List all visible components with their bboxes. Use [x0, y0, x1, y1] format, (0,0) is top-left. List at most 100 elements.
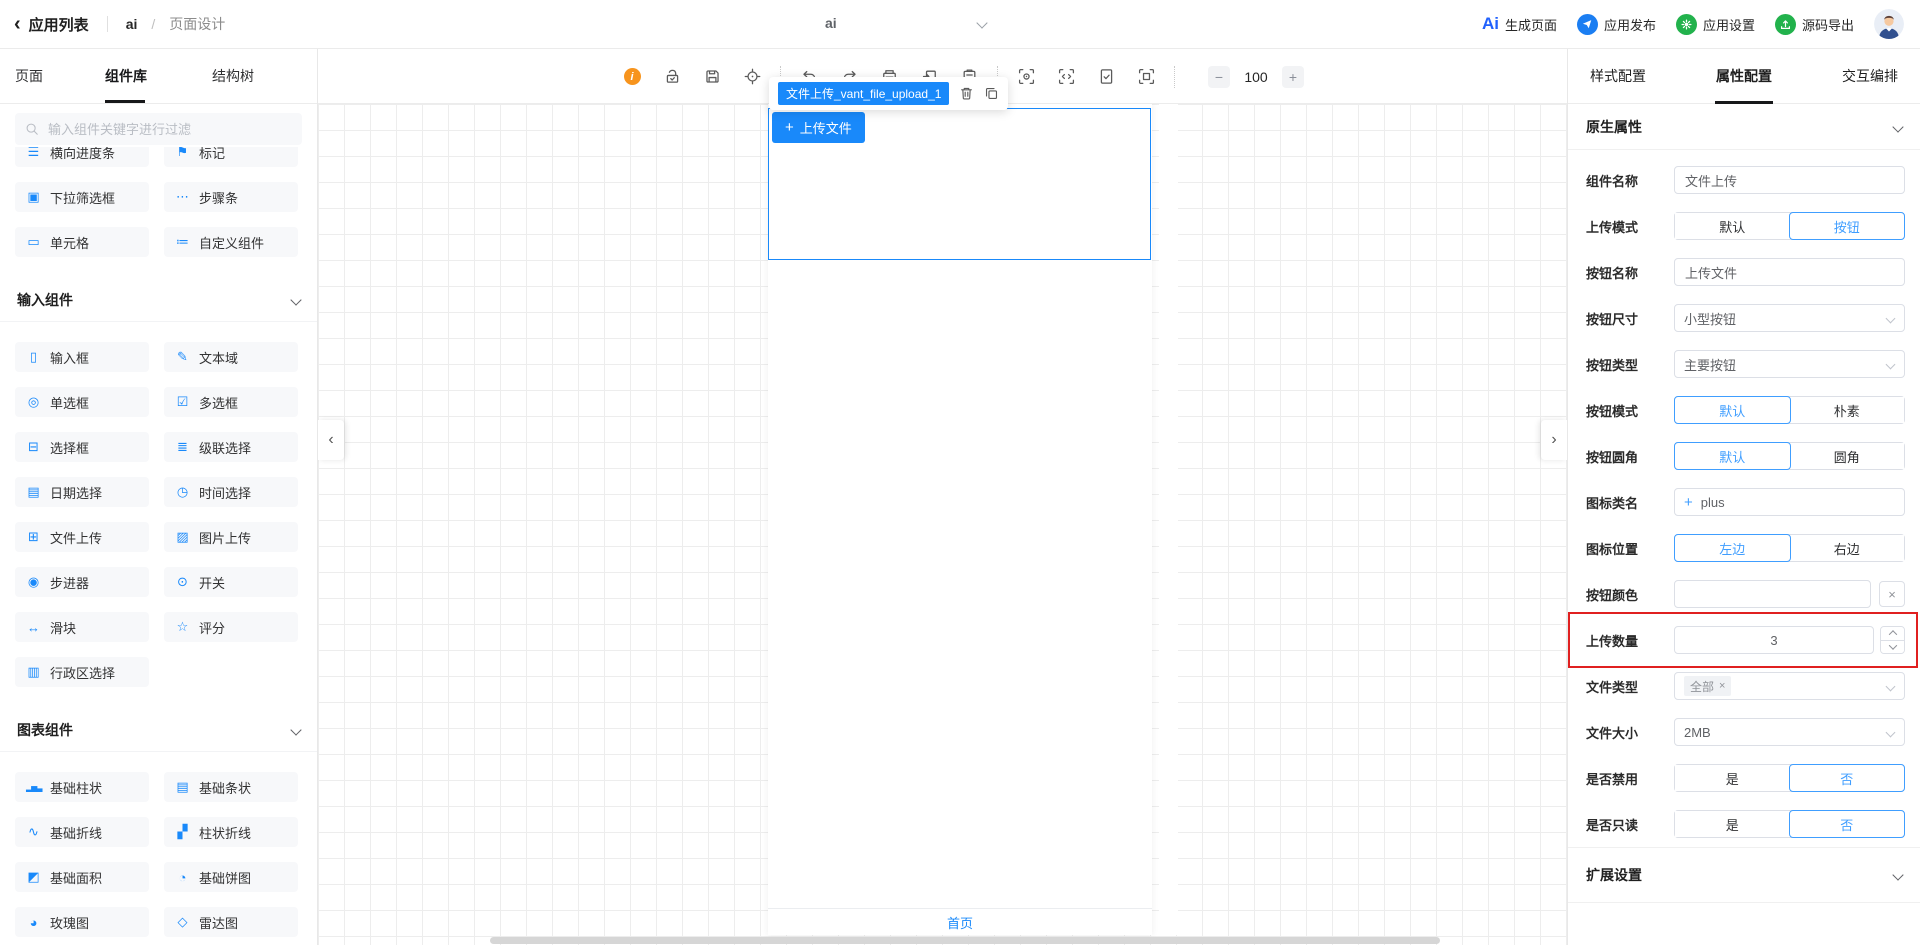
progress-bar-icon: ☰	[27, 147, 40, 159]
disabled-yes[interactable]: 是	[1675, 765, 1790, 791]
disabled-no[interactable]: 否	[1788, 764, 1905, 792]
increment-button[interactable]	[1881, 627, 1904, 640]
tabbar-home-label[interactable]: 首页	[947, 913, 973, 932]
preview-scan-icon[interactable]	[1017, 68, 1035, 86]
component-item-hbar-chart[interactable]: ▤ 基础条状	[164, 772, 298, 802]
icon-position-right[interactable]: 右边	[1789, 535, 1904, 561]
code-scan-icon[interactable]	[1057, 68, 1075, 86]
tab-pages[interactable]: 页面	[15, 66, 43, 86]
component-label: 行政区选择	[50, 665, 116, 681]
readonly-yes[interactable]: 是	[1675, 811, 1790, 837]
component-search[interactable]	[15, 113, 302, 145]
component-item-select[interactable]: ⊟ 选择框	[15, 432, 149, 462]
remove-tag-icon[interactable]: ×	[1719, 680, 1725, 692]
clear-color-button[interactable]: ×	[1879, 581, 1905, 607]
icon-class-input[interactable]: + plus	[1674, 488, 1905, 516]
file-type-select[interactable]: 全部 ×	[1674, 672, 1905, 700]
component-item-file-upload[interactable]: ⊞ 文件上传	[15, 522, 149, 552]
component-item-marker[interactable]: ⚑ 标记	[164, 147, 298, 167]
save-icon[interactable]	[703, 68, 721, 86]
collapse-left-panel-handle[interactable]: ‹	[318, 420, 344, 460]
horizontal-scrollbar[interactable]	[490, 937, 1440, 944]
file-size-select[interactable]: 2MB	[1674, 718, 1905, 746]
pie-chart-icon: ◔	[178, 869, 187, 885]
upload-file-button[interactable]: + 上传文件	[772, 112, 865, 143]
component-item-cell[interactable]: ▭ 单元格	[15, 227, 149, 257]
section-chart-components[interactable]: 图表组件	[0, 709, 317, 752]
target-icon[interactable]	[743, 68, 761, 86]
decrement-button[interactable]	[1881, 639, 1904, 653]
delete-component-icon[interactable]	[959, 86, 974, 101]
component-item-switch[interactable]: ⊙ 开关	[164, 567, 298, 597]
component-item-dropdown-filter[interactable]: ▣ 下拉筛选框	[15, 182, 149, 212]
search-icon	[26, 123, 38, 135]
copy-component-icon[interactable]	[984, 86, 999, 101]
back-chevron-icon[interactable]: ‹	[14, 14, 21, 34]
button-color-input[interactable]	[1674, 580, 1871, 608]
tab-interaction-config[interactable]: 交互编排	[1842, 49, 1898, 104]
upload-mode-default[interactable]: 默认	[1675, 213, 1790, 239]
tab-property-config[interactable]: 属性配置	[1716, 49, 1772, 104]
component-item-custom[interactable]: ≔ 自定义组件	[164, 227, 298, 257]
component-item-progress-h[interactable]: ☰ 横向进度条	[15, 147, 149, 167]
button-mode-default[interactable]: 默认	[1674, 396, 1791, 424]
component-item-input[interactable]: ▯ 输入框	[15, 342, 149, 372]
page-selector[interactable]: ai	[760, 0, 1020, 49]
search-input[interactable]	[46, 120, 292, 138]
component-item-bar-chart[interactable]: ▂▅▃ 基础柱状	[15, 772, 149, 802]
component-item-steps[interactable]: ⋯ 步骤条	[164, 182, 298, 212]
file-type-tag: 全部 ×	[1684, 676, 1732, 696]
button-round-rounded[interactable]: 圆角	[1789, 443, 1904, 469]
component-item-pie-chart[interactable]: ◔ 基础饼图	[164, 862, 298, 892]
component-item-slider[interactable]: ↔ 滑块	[15, 612, 149, 642]
zoom-out-button[interactable]: −	[1208, 65, 1230, 88]
component-item-bar-line-chart[interactable]: ▞ 柱状折线	[164, 817, 298, 847]
app-settings-button[interactable]: 应用设置	[1675, 13, 1755, 35]
tab-structure-tree[interactable]: 结构树	[212, 66, 254, 86]
page-selector-value[interactable]: ai	[825, 15, 837, 31]
section-input-components[interactable]: 输入组件	[0, 279, 317, 322]
icon-position-left[interactable]: 左边	[1674, 534, 1791, 562]
section-native-properties[interactable]: 原生属性	[1568, 104, 1920, 150]
component-item-image-upload[interactable]: ▨ 图片上传	[164, 522, 298, 552]
unlock-icon[interactable]	[663, 68, 681, 86]
component-name-input[interactable]	[1674, 166, 1905, 194]
generate-page-button[interactable]: Ai 生成页面	[1482, 14, 1557, 34]
section-extended-settings[interactable]: 扩展设置	[1568, 847, 1920, 903]
back-to-app-list[interactable]: 应用列表	[29, 14, 89, 35]
component-item-textarea[interactable]: ✎ 文本域	[164, 342, 298, 372]
zoom-in-button[interactable]: +	[1282, 65, 1304, 88]
info-icon[interactable]: i	[623, 68, 641, 86]
upload-mode-button[interactable]: 按钮	[1788, 212, 1905, 240]
component-item-radar-chart[interactable]: ◇ 雷达图	[164, 907, 298, 937]
button-size-select[interactable]: 小型按钮	[1674, 304, 1905, 332]
export-code-button[interactable]: 源码导出	[1774, 13, 1854, 35]
button-name-input[interactable]	[1674, 258, 1905, 286]
collapse-right-panel-handle[interactable]: ›	[1541, 420, 1567, 460]
component-item-checkbox[interactable]: ☑ 多选框	[164, 387, 298, 417]
component-item-rate[interactable]: ☆ 评分	[164, 612, 298, 642]
component-item-stepper[interactable]: ◉ 步进器	[15, 567, 149, 597]
publish-app-button[interactable]: 应用发布	[1576, 13, 1656, 35]
user-avatar[interactable]	[1874, 9, 1904, 39]
doc-check-icon[interactable]	[1097, 68, 1115, 86]
component-item-district-picker[interactable]: ▥ 行政区选择	[15, 657, 149, 687]
button-round-default[interactable]: 默认	[1674, 442, 1791, 470]
component-item-time-picker[interactable]: ◷ 时间选择	[164, 477, 298, 507]
readonly-no[interactable]: 否	[1788, 810, 1905, 838]
button-type-select[interactable]: 主要按钮	[1674, 350, 1905, 378]
selected-file-upload-component[interactable]: + 上传文件	[768, 108, 1151, 260]
breadcrumb-app[interactable]: ai	[126, 16, 138, 32]
component-item-rose-chart[interactable]: ◕ 玫瑰图	[15, 907, 149, 937]
component-item-cascader[interactable]: ≣ 级联选择	[164, 432, 298, 462]
frame-icon[interactable]	[1137, 68, 1155, 86]
component-item-area-chart[interactable]: ◩ 基础面积	[15, 862, 149, 892]
phone-page[interactable]: + 上传文件 首页	[768, 104, 1152, 935]
component-item-date-picker[interactable]: ▤ 日期选择	[15, 477, 149, 507]
button-mode-plain[interactable]: 朴素	[1789, 397, 1904, 423]
upload-count-input[interactable]	[1674, 626, 1874, 654]
component-item-radio[interactable]: ◎ 单选框	[15, 387, 149, 417]
tab-style-config[interactable]: 样式配置	[1590, 49, 1646, 104]
component-item-line-chart[interactable]: ∿ 基础折线	[15, 817, 149, 847]
tab-component-library[interactable]: 组件库	[105, 66, 147, 86]
